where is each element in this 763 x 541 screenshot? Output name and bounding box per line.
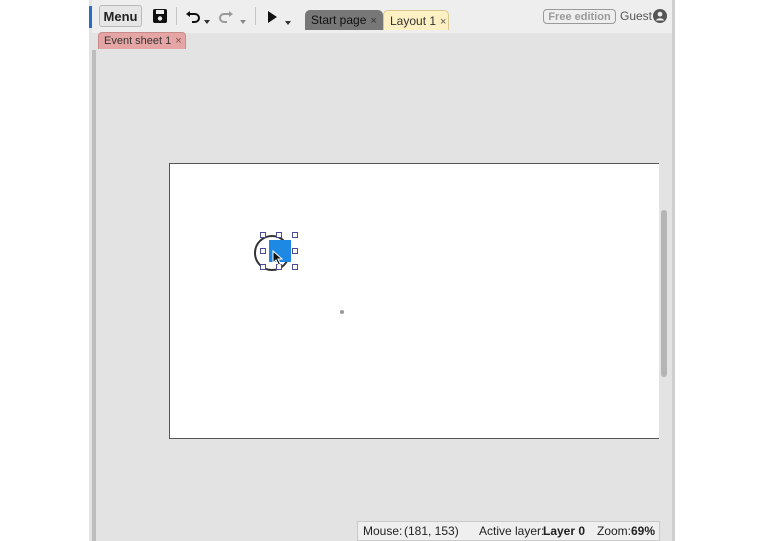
selected-sprite[interactable] bbox=[254, 232, 298, 272]
toolbar: Menu Start page × Layout 1 × Free editio… bbox=[92, 0, 672, 33]
active-layer-label: Active layer: bbox=[479, 524, 545, 538]
toolbar-separator bbox=[176, 7, 177, 25]
tab-label: Layout 1 bbox=[390, 14, 437, 28]
resize-handle[interactable] bbox=[292, 264, 298, 270]
redo-dropdown-icon[interactable] bbox=[240, 11, 246, 29]
tab-event-sheet-1[interactable]: Event sheet 1 × bbox=[98, 32, 186, 49]
close-icon[interactable]: × bbox=[440, 16, 446, 28]
close-icon[interactable]: × bbox=[370, 15, 376, 27]
menu-button[interactable]: Menu bbox=[99, 5, 142, 27]
mouse-position-label: Mouse: bbox=[363, 524, 403, 538]
tab-layout-1[interactable]: Layout 1 × bbox=[383, 10, 449, 30]
free-edition-badge[interactable]: Free edition bbox=[543, 9, 616, 24]
guest-label[interactable]: Guest bbox=[620, 9, 652, 23]
tab-start-page[interactable]: Start page × bbox=[305, 10, 383, 30]
save-icon[interactable] bbox=[152, 8, 168, 29]
redo-icon[interactable] bbox=[218, 10, 234, 28]
mouse-cursor-icon bbox=[272, 249, 284, 271]
mouse-position-value: (181, 153) bbox=[404, 524, 459, 538]
play-icon[interactable] bbox=[267, 10, 277, 28]
user-account-icon[interactable] bbox=[653, 9, 667, 28]
resize-handle[interactable] bbox=[292, 248, 298, 254]
toolbar-separator bbox=[255, 7, 256, 25]
active-layer-value: Layer 0 bbox=[543, 524, 586, 538]
resize-handle[interactable] bbox=[260, 264, 266, 270]
undo-icon[interactable] bbox=[185, 10, 201, 28]
resize-handle[interactable] bbox=[260, 248, 266, 254]
play-dropdown-icon[interactable] bbox=[285, 12, 291, 30]
layout-canvas[interactable] bbox=[169, 163, 659, 439]
undo-dropdown-icon[interactable] bbox=[204, 11, 210, 29]
vertical-scrollbar[interactable] bbox=[661, 210, 667, 377]
zoom-value: 69% bbox=[631, 524, 656, 538]
tab-label: Start page bbox=[311, 13, 367, 27]
close-icon[interactable]: × bbox=[175, 35, 181, 47]
resize-handle[interactable] bbox=[292, 232, 298, 238]
right-border bbox=[672, 0, 675, 541]
layout-origin-dot bbox=[340, 310, 344, 314]
resize-handle[interactable] bbox=[276, 232, 282, 238]
zoom-label: Zoom: bbox=[597, 524, 632, 538]
tab-label: Event sheet 1 bbox=[104, 35, 172, 47]
resize-handle[interactable] bbox=[260, 232, 266, 238]
status-bar: Mouse: (181, 153) Active layer: Layer 0 … bbox=[357, 521, 660, 541]
